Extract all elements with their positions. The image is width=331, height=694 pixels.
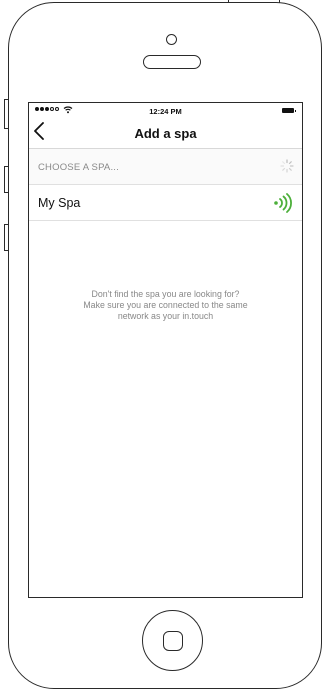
front-camera bbox=[166, 34, 177, 45]
app-screen: 12:24 PM Add a spa CHOOSE A SPA... My Sp… bbox=[28, 102, 303, 598]
help-message: Don't find the spa you are looking for? … bbox=[43, 289, 288, 322]
status-time: 12:24 PM bbox=[149, 107, 182, 116]
wireless-signal-icon bbox=[274, 193, 292, 213]
battery-icon bbox=[282, 108, 296, 113]
home-square-icon bbox=[162, 630, 183, 651]
spa-name: My Spa bbox=[38, 196, 81, 210]
help-line-3: network as your in.touch bbox=[117, 311, 214, 321]
status-bar: 12:24 PM bbox=[29, 103, 302, 119]
help-line-2: Make sure you are connected to the same bbox=[83, 300, 248, 310]
earpiece-speaker bbox=[143, 55, 201, 69]
navigation-bar: Add a spa bbox=[29, 119, 302, 149]
help-line-1: Don't find the spa you are looking for? bbox=[91, 289, 240, 299]
home-button bbox=[142, 610, 203, 671]
loading-spinner-icon bbox=[280, 159, 294, 173]
choose-spa-header: CHOOSE A SPA... bbox=[29, 149, 302, 185]
spa-list-item[interactable]: My Spa bbox=[29, 185, 302, 221]
choose-spa-label: CHOOSE A SPA... bbox=[38, 162, 119, 173]
page-title: Add a spa bbox=[134, 126, 197, 141]
